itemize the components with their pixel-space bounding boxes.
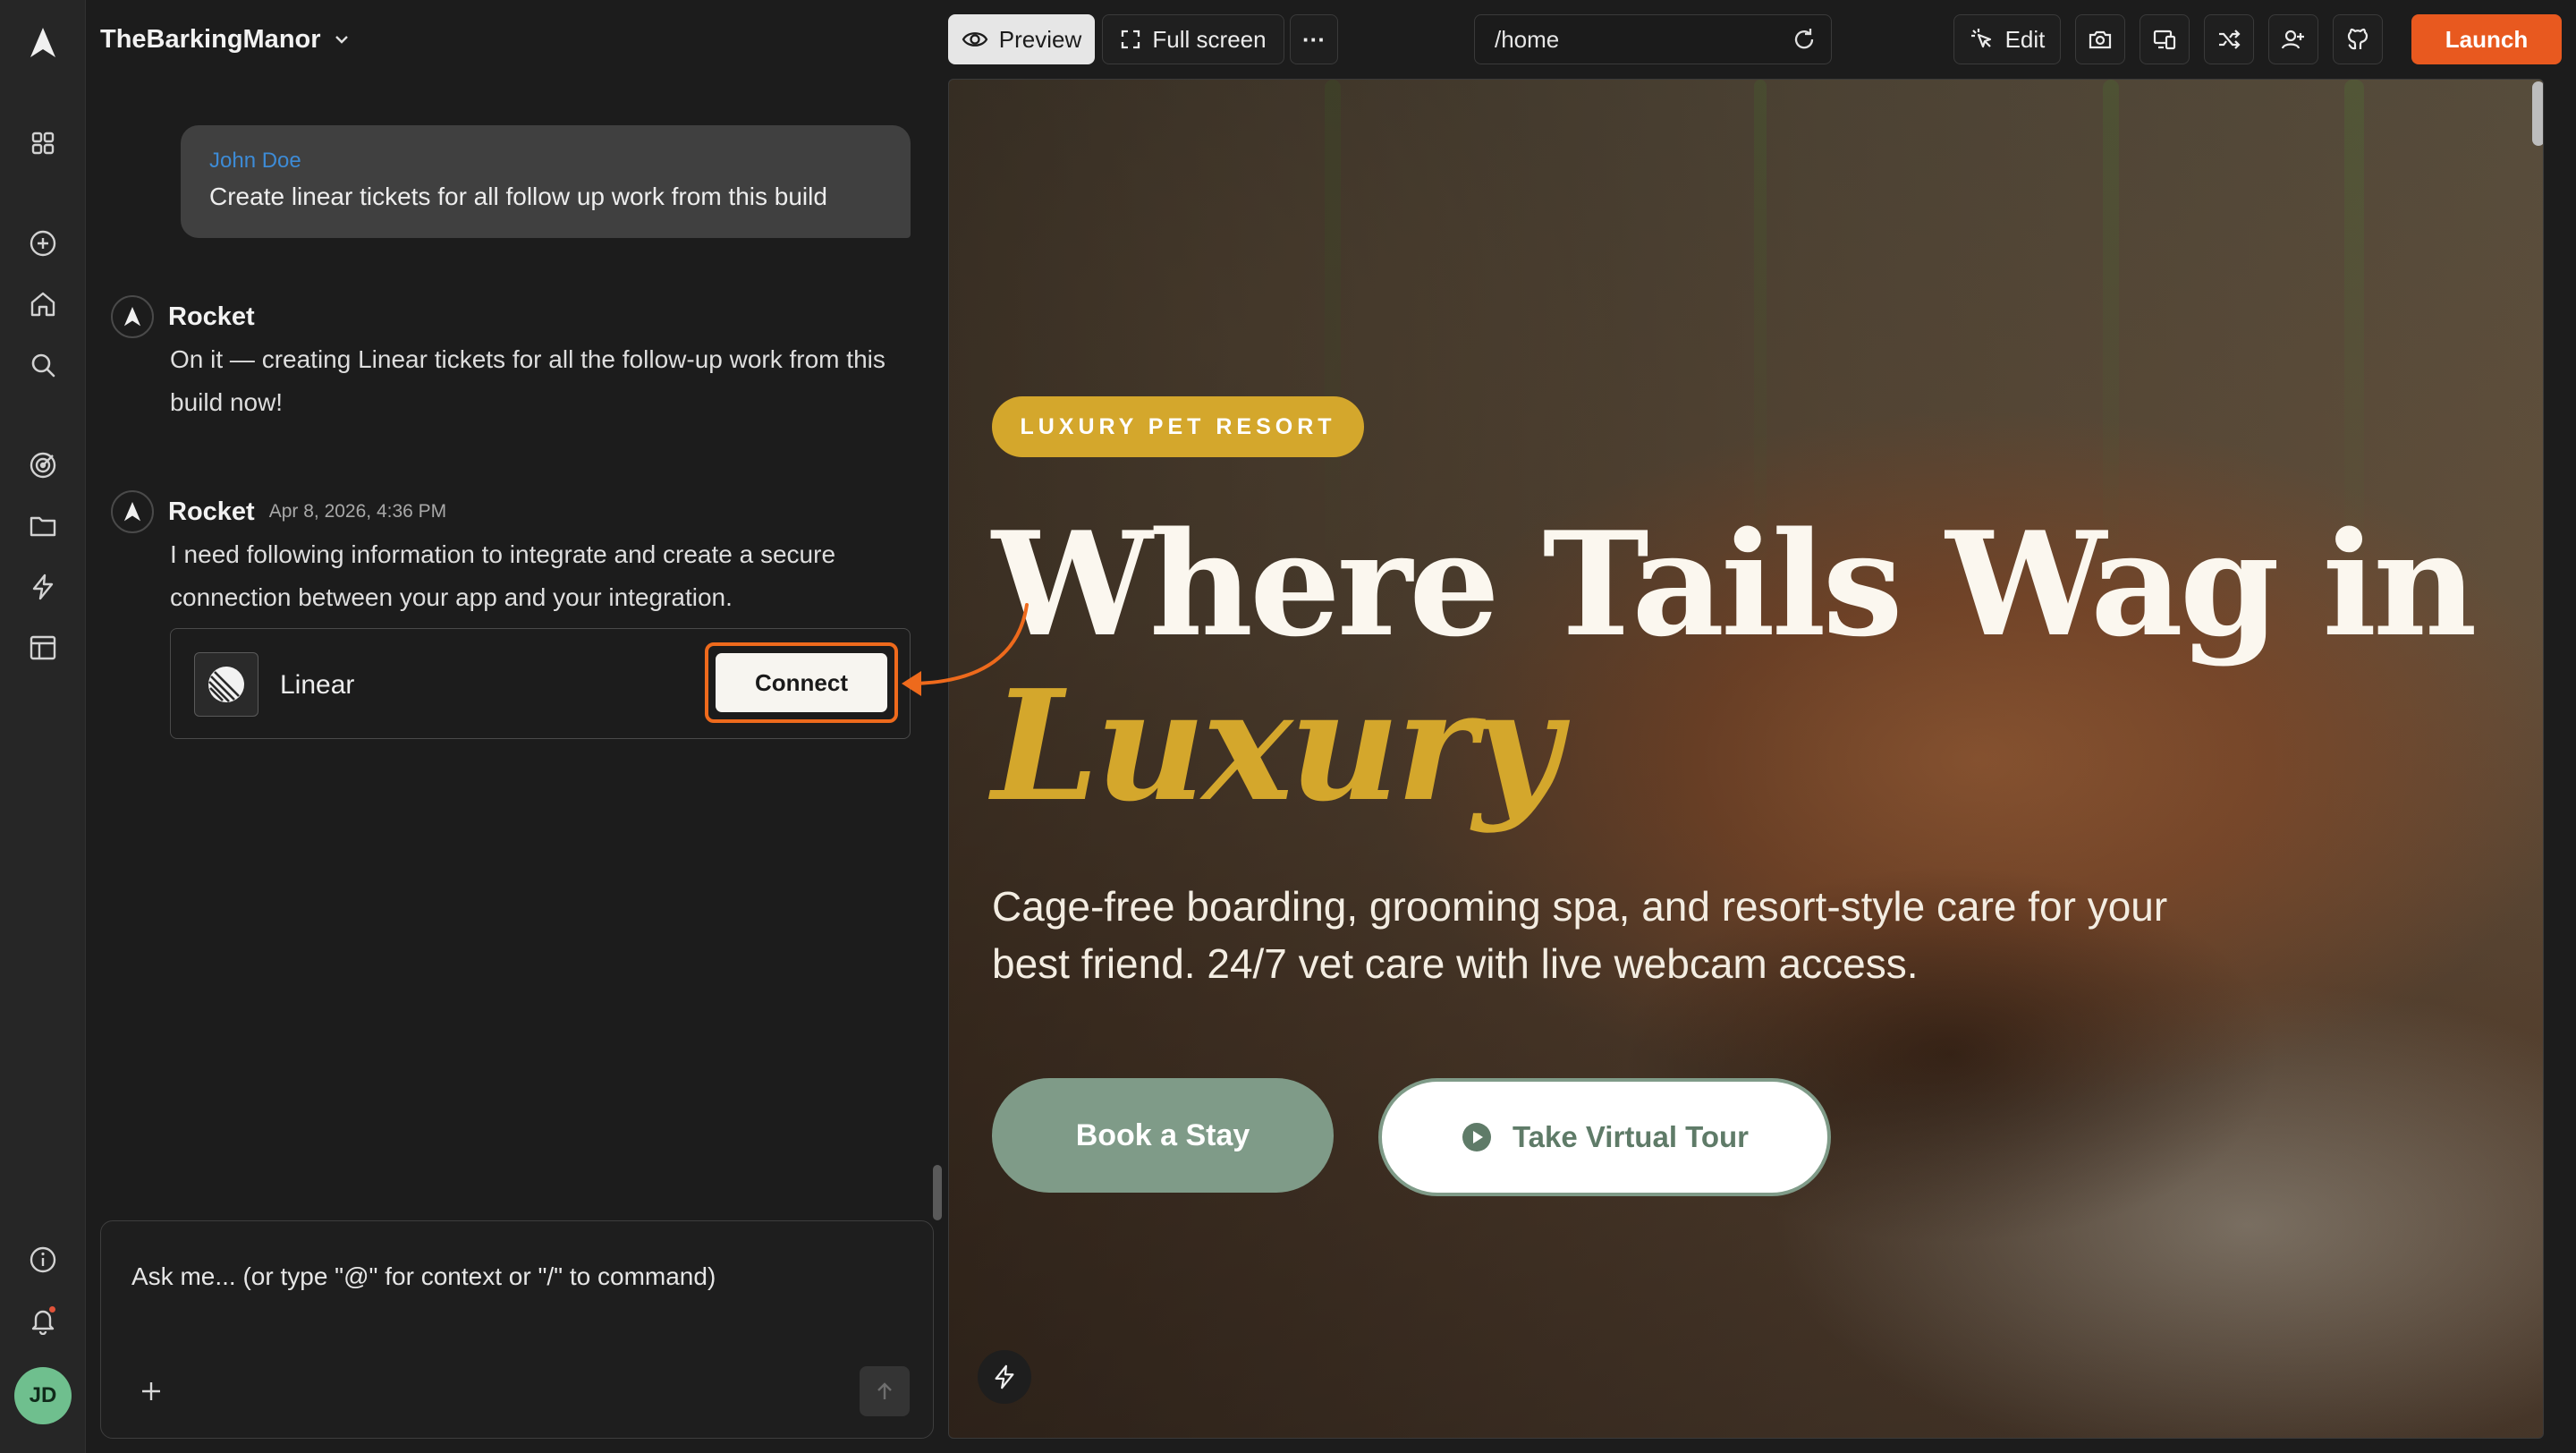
message-timestamp: Apr 8, 2026, 4:36 PM (268, 501, 447, 522)
plus-circle-icon[interactable] (21, 222, 64, 265)
rocket-avatar-icon (111, 295, 154, 338)
cursor-click-icon (1970, 29, 1991, 48)
rocket-avatar-icon (111, 490, 154, 533)
linear-logo-icon (194, 652, 258, 717)
more-options-button[interactable]: ··· (1290, 14, 1338, 64)
home-icon[interactable] (21, 283, 64, 326)
preview-scrollbar[interactable] (2532, 81, 2543, 146)
hero-subheadline: Cage-free boarding, grooming spa, and re… (992, 883, 2168, 987)
grid-icon[interactable] (21, 122, 64, 165)
play-circle-icon (1462, 1123, 1491, 1151)
chevron-down-icon (335, 36, 348, 44)
arrow-up-icon (877, 1382, 892, 1399)
hero-badge: LUXURY PET RESORT (992, 396, 1364, 457)
assistant-name: Rocket (168, 302, 255, 331)
github-icon (2347, 28, 2368, 50)
layout-icon[interactable] (21, 626, 64, 669)
shuffle-button[interactable] (2204, 14, 2254, 64)
add-user-icon (2281, 30, 2304, 49)
folder-icon[interactable] (21, 505, 64, 548)
preview-button[interactable]: Preview (948, 14, 1095, 64)
assistant-message: Rocket On it — creating Linear tickets f… (111, 295, 916, 424)
message-composer (100, 1220, 934, 1439)
attach-plus-icon[interactable] (133, 1373, 169, 1409)
rocket-logo-icon[interactable] (21, 21, 64, 64)
url-text: /home (1495, 25, 1560, 53)
github-button[interactable] (2333, 14, 2383, 64)
fullscreen-button[interactable]: Full screen (1102, 14, 1284, 64)
user-message: John Doe Create linear tickets for all f… (181, 125, 911, 238)
screenshot-button[interactable] (2075, 14, 2125, 64)
bell-icon[interactable] (21, 1299, 64, 1342)
search-icon[interactable] (21, 344, 64, 387)
url-bar[interactable]: /home (1474, 14, 1832, 64)
assistant-message-text: I need following information to integrat… (170, 540, 836, 611)
avatar[interactable]: JD (14, 1367, 72, 1424)
left-rail: JD (0, 0, 86, 1453)
edit-button[interactable]: Edit (1953, 14, 2061, 64)
device-toggle-button[interactable] (2140, 14, 2190, 64)
expand-icon (1122, 30, 1140, 49)
target-icon[interactable] (21, 444, 64, 487)
site-preview: LUXURY PET RESORT Where Tails Wag in Lux… (948, 79, 2544, 1439)
virtual-tour-button[interactable]: Take Virtual Tour (1378, 1078, 1831, 1196)
lightning-icon[interactable] (21, 565, 64, 608)
book-stay-button[interactable]: Book a Stay (992, 1078, 1334, 1193)
lightning-icon[interactable] (978, 1350, 1031, 1404)
eye-icon (962, 32, 988, 47)
chat-scrollbar[interactable] (933, 1165, 942, 1220)
assistant-message-text: On it — creating Linear tickets for all … (170, 345, 886, 416)
user-message-author: John Doe (209, 149, 301, 173)
user-message-text: Create linear tickets for all follow up … (209, 183, 827, 210)
info-icon[interactable] (21, 1238, 64, 1281)
notification-dot (49, 1306, 55, 1313)
invite-user-button[interactable] (2268, 14, 2318, 64)
camera-icon (2089, 30, 2112, 49)
hero-headline-accent: Luxury (992, 657, 1561, 836)
send-button[interactable] (860, 1366, 910, 1416)
launch-button[interactable]: Launch (2411, 14, 2562, 64)
refresh-icon[interactable] (1792, 27, 1817, 52)
shuffle-icon (2219, 30, 2241, 49)
assistant-message: Rocket Apr 8, 2026, 4:36 PM I need follo… (111, 490, 916, 619)
project-name: TheBarkingManor (100, 24, 321, 54)
assistant-name: Rocket (168, 497, 255, 526)
project-switcher[interactable]: TheBarkingManor (100, 23, 352, 55)
chat-input[interactable] (131, 1257, 901, 1296)
integration-name: Linear (280, 670, 355, 700)
connect-button[interactable]: Connect (716, 653, 887, 712)
hero-headline: Where Tails Wag in (992, 500, 2478, 668)
devices-icon (2153, 30, 2176, 50)
